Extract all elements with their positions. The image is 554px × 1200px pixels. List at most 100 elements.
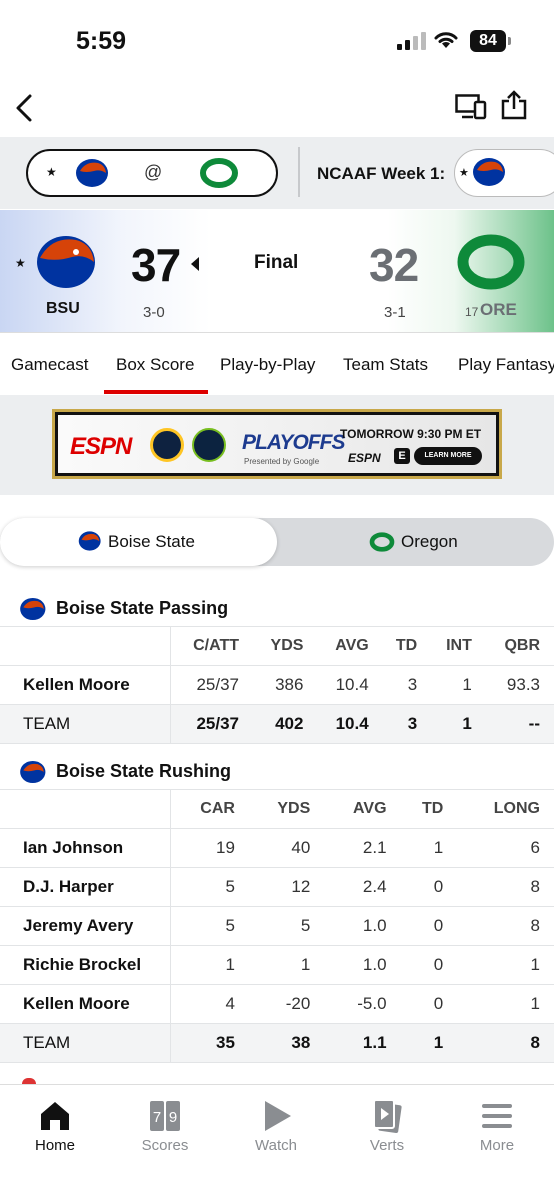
player-name-link[interactable]: Kellen Moore bbox=[0, 984, 171, 1024]
team-total-row: TEAM 35 38 1.1 1 8 bbox=[0, 1023, 554, 1063]
tab-play-by-play[interactable]: Play-by-Play bbox=[220, 355, 315, 375]
menu-icon bbox=[482, 1104, 512, 1128]
winner-arrow-icon bbox=[191, 257, 199, 271]
stat-cell: 1 bbox=[431, 665, 486, 705]
nav-more[interactable]: More bbox=[447, 1097, 547, 1154]
table-row: Jeremy Avery 5 5 1.0 0 8 bbox=[0, 906, 554, 946]
game-tabs: Gamecast Box Score Play-by-Play Team Sta… bbox=[0, 332, 554, 394]
next-game-pill[interactable]: ★ bbox=[454, 149, 554, 197]
table-header-row: CAR YDS AVG TD LONG bbox=[0, 789, 554, 829]
svg-text:7: 7 bbox=[153, 1109, 161, 1126]
back-arrow-icon[interactable] bbox=[10, 90, 40, 126]
column-header: INT bbox=[431, 626, 486, 666]
column-header: TD bbox=[400, 789, 458, 829]
stat-cell: 0 bbox=[400, 945, 458, 985]
game-status: Final bbox=[254, 252, 299, 273]
ad-learn-more-button[interactable]: LEARN MORE bbox=[414, 447, 482, 465]
column-header: QBR bbox=[485, 626, 554, 666]
nav-more-label: More bbox=[479, 1137, 515, 1154]
active-tab-indicator bbox=[104, 390, 208, 394]
table-row: D.J. Harper 5 12 2.4 0 8 bbox=[0, 867, 554, 907]
column-header bbox=[0, 626, 171, 666]
top-nav bbox=[0, 80, 554, 136]
boise-state-logo-icon[interactable] bbox=[30, 232, 98, 290]
column-header: C/ATT bbox=[170, 626, 254, 666]
player-name-link[interactable]: Jeremy Avery bbox=[0, 906, 171, 946]
share-icon[interactable] bbox=[500, 90, 528, 120]
column-header: LONG bbox=[457, 789, 554, 829]
tab-box-score[interactable]: Box Score bbox=[116, 355, 194, 375]
current-matchup-pill[interactable]: ★ @ bbox=[26, 149, 278, 197]
column-header: AVG bbox=[317, 626, 383, 666]
nav-verts[interactable]: Verts bbox=[337, 1097, 437, 1154]
espn-plus-icon: E bbox=[394, 448, 410, 464]
oregon-logo-icon bbox=[369, 532, 395, 552]
nav-scores-label: Scores bbox=[141, 1137, 189, 1154]
verts-icon bbox=[373, 1099, 402, 1133]
scores-icon: 7 9 bbox=[150, 1101, 180, 1131]
nav-watch[interactable]: Watch bbox=[226, 1097, 326, 1154]
signal-icon bbox=[397, 32, 426, 50]
nav-scores[interactable]: 7 9 Scores bbox=[115, 1097, 215, 1154]
stat-cell: -20 bbox=[248, 984, 325, 1024]
stat-cell: 1.0 bbox=[324, 945, 401, 985]
team-toggle-boise[interactable]: Boise State bbox=[0, 518, 277, 566]
favorite-star-icon: ★ bbox=[15, 256, 26, 270]
stat-cell: 5 bbox=[248, 906, 325, 946]
scoreboard: ★ BSU 37 3-0 Final 32 3-1 17 ORE bbox=[0, 210, 554, 332]
stat-cell: 1 bbox=[457, 945, 554, 985]
stat-cell: 1.1 bbox=[324, 1023, 401, 1063]
player-name-link[interactable]: Ian Johnson bbox=[0, 828, 171, 868]
player-name-link[interactable]: Kellen Moore bbox=[0, 665, 171, 705]
stat-cell: 5 bbox=[170, 867, 249, 907]
column-header: CAR bbox=[170, 789, 249, 829]
team-toggle-left-label: Boise State bbox=[108, 532, 195, 551]
table-row: Kellen Moore 25/37 386 10.4 3 1 93.3 bbox=[0, 665, 554, 705]
table-row: Richie Brockel 1 1 1.0 0 1 bbox=[0, 945, 554, 985]
device-cast-icon[interactable] bbox=[455, 94, 487, 120]
column-header: AVG bbox=[324, 789, 401, 829]
stat-cell: 0 bbox=[400, 984, 458, 1024]
ad-playoffs-text: PLAYOFFS bbox=[242, 431, 345, 454]
stat-cell: 10.4 bbox=[317, 665, 383, 705]
boise-state-logo-icon bbox=[473, 158, 505, 186]
nav-home-label: Home bbox=[34, 1137, 75, 1154]
home-record: 3-1 bbox=[384, 304, 406, 321]
stat-cell: 3 bbox=[382, 665, 432, 705]
team-total-row: TEAM 25/37 402 10.4 3 1 -- bbox=[0, 704, 554, 744]
column-header: TD bbox=[382, 626, 432, 666]
nav-home[interactable]: Home bbox=[5, 1097, 105, 1154]
tab-team-stats[interactable]: Team Stats bbox=[343, 355, 428, 375]
away-record: 3-0 bbox=[143, 304, 165, 321]
boise-state-logo-icon bbox=[76, 159, 108, 187]
team-toggle-right-label: Oregon bbox=[401, 532, 458, 551]
boise-state-logo-icon bbox=[78, 531, 101, 551]
week-label: NCAAF Week 1: bbox=[317, 164, 446, 183]
stat-cell: 25/37 bbox=[170, 704, 254, 744]
tab-gamecast[interactable]: Gamecast bbox=[11, 355, 88, 375]
oregon-logo-icon[interactable] bbox=[455, 234, 527, 290]
column-header bbox=[0, 789, 171, 829]
stat-cell: 1.0 bbox=[324, 906, 401, 946]
stat-cell: 10.4 bbox=[317, 704, 383, 744]
stat-cell: 402 bbox=[253, 704, 318, 744]
player-name-link[interactable]: D.J. Harper bbox=[0, 867, 171, 907]
ad-presented-by: Presented by Google bbox=[244, 457, 320, 466]
table-row: Ian Johnson 19 40 2.1 1 6 bbox=[0, 828, 554, 868]
team-toggle-oregon[interactable]: Oregon bbox=[277, 518, 554, 566]
stat-cell: 93.3 bbox=[485, 665, 554, 705]
stat-cell: 25/37 bbox=[170, 665, 254, 705]
player-name-link[interactable]: Richie Brockel bbox=[0, 945, 171, 985]
table-row: Kellen Moore 4 -20 -5.0 0 1 bbox=[0, 984, 554, 1024]
wifi-icon bbox=[434, 32, 458, 48]
timberwolves-logo-icon bbox=[192, 428, 226, 462]
stat-cell: 12 bbox=[248, 867, 325, 907]
stat-cell: -5.0 bbox=[324, 984, 401, 1024]
stat-cell: 6 bbox=[457, 828, 554, 868]
passing-section-title: Boise State Passing bbox=[56, 598, 229, 618]
stat-cell: 1 bbox=[248, 945, 325, 985]
stat-cell: 1 bbox=[457, 984, 554, 1024]
stat-cell: 8 bbox=[457, 1023, 554, 1063]
tab-play-fantasy[interactable]: Play Fantasy bbox=[458, 355, 554, 375]
ad-banner[interactable]: ESPN PLAYOFFS Presented by Google TOMORR… bbox=[52, 409, 502, 479]
